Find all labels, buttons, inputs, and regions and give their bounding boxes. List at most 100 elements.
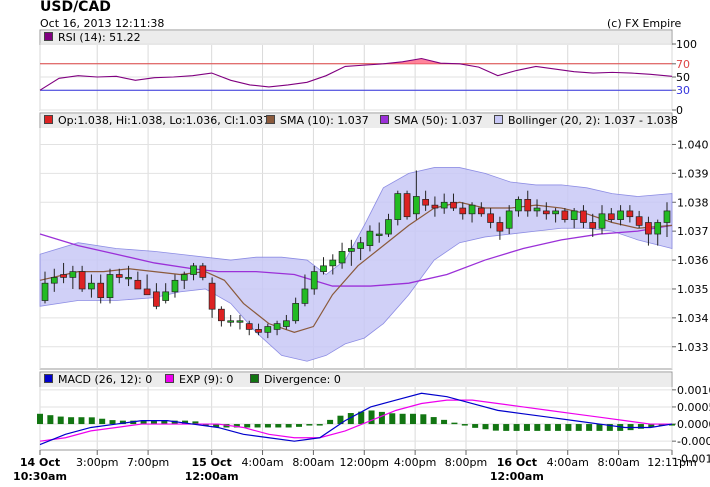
candle-body: [245, 323, 253, 330]
divergence-bar: [544, 424, 551, 431]
price-tick-label: 1.037: [677, 225, 709, 238]
price-tick-label: 1.033: [677, 341, 709, 354]
divergence-bar: [389, 413, 396, 425]
candle-body: [431, 204, 439, 209]
candle-body: [60, 274, 67, 278]
candle-body: [301, 288, 309, 304]
candle-body: [561, 210, 569, 220]
divergence-bar: [399, 413, 406, 425]
bollinger-swatch: [494, 115, 503, 124]
divergence-bar: [285, 424, 292, 428]
divergence-bar: [596, 424, 603, 431]
price-tick-label: 1.040: [677, 138, 709, 151]
divergence-bar: [409, 413, 416, 425]
divergence-bar: [523, 424, 530, 431]
rsi-level-label: 70: [676, 58, 690, 71]
divergence-bar: [109, 420, 116, 425]
candle-body: [422, 199, 429, 206]
x-tick-label: 14 Oct: [20, 456, 60, 469]
divergence-bar: [244, 424, 251, 428]
candle-body: [635, 216, 643, 226]
divergence-bar: [254, 424, 261, 428]
candle-body: [310, 271, 318, 290]
divergence-bar: [264, 424, 271, 428]
rsi-legend-label: RSI (14): 51.22: [58, 31, 141, 44]
x-tick-label: 12:00pm: [340, 456, 389, 469]
candle-body: [366, 230, 374, 246]
candle-body: [542, 210, 550, 215]
candle-body: [533, 207, 541, 212]
candle-body: [645, 222, 652, 235]
macd-tick-label: 0.0010: [677, 384, 710, 397]
price-legend: Op:1.038, Hi:1.038, Lo:1.036, Cl:1.037: [44, 114, 270, 128]
candle-body: [199, 265, 207, 278]
x-tick-label: 7:00pm: [127, 456, 169, 469]
rsi-tick-label: 100: [676, 38, 697, 51]
candle-body: [125, 277, 132, 280]
divergence-bar: [575, 424, 582, 431]
divergence-bar: [420, 414, 427, 425]
candle-body: [41, 282, 49, 301]
exp-legend: EXP (9): 0: [165, 373, 233, 387]
candle-body: [283, 320, 290, 327]
x-tick-label: 3:00pm: [76, 456, 118, 469]
divergence-bar: [296, 424, 303, 427]
candle-body: [375, 233, 383, 236]
divergence-bar: [441, 419, 448, 425]
candle-body: [477, 207, 485, 215]
divergence-legend: Divergence: 0: [250, 373, 341, 387]
candle-body: [487, 213, 494, 223]
x-tick-sublabel: 12:00am: [490, 470, 544, 483]
candle-body: [208, 282, 216, 310]
candle-body: [171, 279, 179, 293]
rsi-tick-label: 50: [676, 71, 690, 84]
divergence-swatch: [250, 374, 259, 383]
candle-body: [598, 213, 606, 229]
candle-body: [97, 282, 105, 298]
divergence-bar: [37, 413, 43, 425]
sma10-legend-label: SMA (10): 1.037: [280, 114, 369, 127]
candle-body: [496, 222, 504, 232]
candle-body: [236, 320, 244, 323]
candle-body: [626, 210, 634, 218]
candle-body: [88, 282, 95, 290]
rsi-legend: RSI (14): 51.22: [44, 31, 141, 45]
macd-legend-label: MACD (26, 12): 0: [58, 373, 153, 386]
candle-body: [385, 219, 392, 235]
candle-body: [143, 288, 151, 296]
divergence-bar: [316, 424, 323, 426]
divergence-legend-label: Divergence: 0: [264, 373, 341, 386]
candle-body: [329, 259, 337, 267]
candle-body: [218, 308, 225, 322]
macd-tick-label: 0.0005: [677, 401, 710, 414]
macd-legend: MACD (26, 12): 0: [44, 373, 152, 387]
candle-body: [69, 271, 77, 278]
bollinger-legend-label: Bollinger (20, 2): 1.037 - 1.038: [508, 114, 678, 127]
ohlc-legend-label: Op:1.038, Hi:1.038, Lo:1.036, Cl:1.037: [58, 114, 271, 127]
x-tick-label: 4:00am: [547, 456, 589, 469]
candle-body: [617, 210, 624, 220]
divergence-bar: [451, 422, 458, 425]
divergence-bar: [555, 424, 562, 431]
candle-body: [255, 329, 262, 333]
divergence-bar: [565, 424, 572, 431]
exp-legend-label: EXP (9): 0: [179, 373, 234, 386]
candle-body: [505, 210, 513, 229]
candle-body: [115, 274, 123, 278]
candle-body: [190, 265, 197, 275]
candle-body: [450, 201, 457, 209]
x-tick-label: 8:00am: [292, 456, 334, 469]
candle-swatch: [44, 115, 53, 124]
x-tick-label: 8:00pm: [445, 456, 487, 469]
candle-body: [273, 323, 281, 330]
price-tick-label: 1.035: [677, 283, 709, 296]
candle-body: [78, 271, 86, 290]
candle-body: [663, 210, 671, 223]
divergence-bar: [430, 417, 437, 425]
divergence-bar: [68, 417, 75, 425]
divergence-bar: [586, 424, 593, 431]
candle-body: [106, 274, 114, 298]
candle-body: [264, 326, 272, 333]
candle-body: [338, 251, 346, 264]
divergence-bar: [534, 424, 541, 431]
